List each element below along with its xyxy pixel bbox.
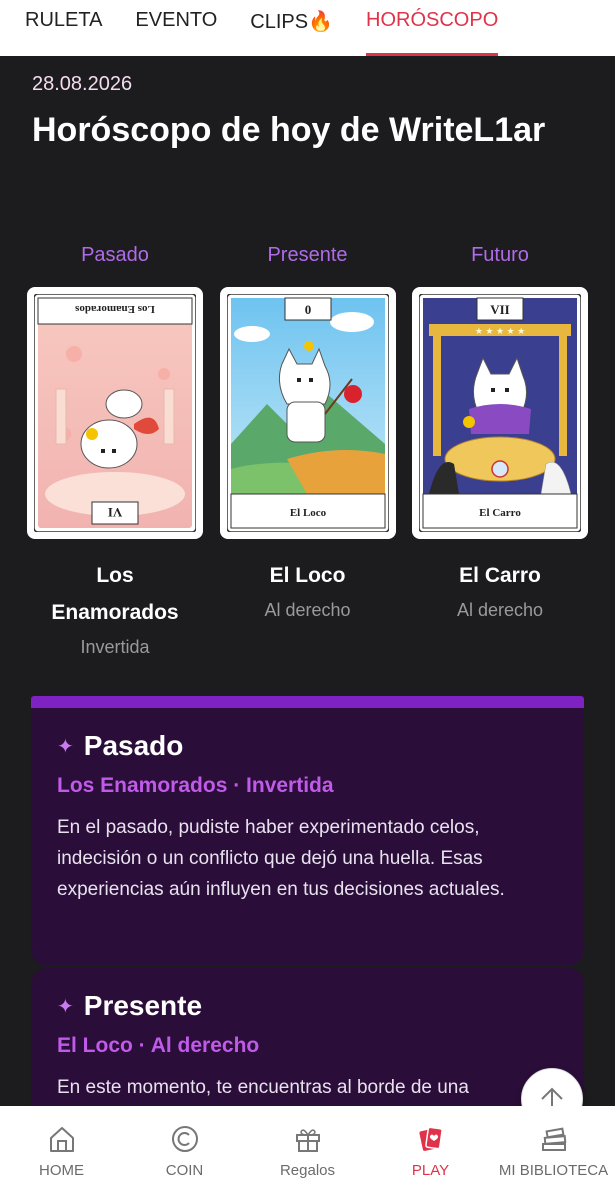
card-numeral: 0 bbox=[304, 302, 311, 317]
reading-section-present: ✦ Presente El Loco · Al derecho En este … bbox=[31, 968, 584, 1106]
chariot-card-illustration: ★ ★ ★ ★ ★ VII El Carro bbox=[419, 294, 581, 532]
nav-gifts[interactable]: Regalos bbox=[246, 1106, 369, 1200]
tab-clips[interactable]: CLIPS🔥 bbox=[250, 0, 333, 56]
nav-home[interactable]: HOME bbox=[0, 1106, 123, 1200]
fool-card-illustration: 0 El Loco bbox=[226, 294, 389, 532]
coin-icon bbox=[171, 1126, 198, 1152]
tab-evento[interactable]: EVENTO bbox=[135, 0, 217, 56]
card-column-past: Pasado Los Enamorados VI Los Enamorados … bbox=[20, 244, 210, 658]
section-title: Presente bbox=[83, 990, 203, 1021]
nav-label: MI BIBLIOTECA bbox=[498, 1162, 609, 1179]
section-text: En el pasado, pudiste haber experimentad… bbox=[57, 817, 505, 900]
bottom-nav-bar: HOME COIN Regalos PLAY MI BIBLIOTECA bbox=[0, 1106, 615, 1200]
tarot-card-lovers[interactable]: Los Enamorados VI bbox=[27, 287, 203, 539]
svg-text:★ ★ ★ ★ ★: ★ ★ ★ ★ ★ bbox=[475, 326, 525, 336]
page-title: Horóscopo de hoy de WriteL1ar bbox=[32, 111, 546, 149]
tab-horoscopo[interactable]: HORÓSCOPO bbox=[366, 0, 499, 56]
library-icon bbox=[541, 1127, 566, 1151]
card-name: Los Enamorados bbox=[51, 564, 179, 624]
section-subtitle: Los Enamorados · Invertida bbox=[57, 774, 334, 797]
tarot-card-fool[interactable]: 0 El Loco bbox=[219, 287, 396, 539]
play-cards-icon bbox=[418, 1126, 443, 1151]
card-caption: El Loco bbox=[289, 507, 326, 519]
nav-label: HOME bbox=[39, 1162, 84, 1179]
section-text: En este momento, te encuentras al borde … bbox=[57, 1077, 469, 1098]
gift-icon bbox=[295, 1129, 320, 1152]
card-column-future: Futuro ★ ★ ★ ★ ★ VII El Carro El Carro A… bbox=[405, 244, 595, 658]
card-orientation: Al derecho bbox=[264, 600, 351, 620]
sparkle-icon: ✦ bbox=[57, 735, 74, 758]
tarot-card-chariot[interactable]: ★ ★ ★ ★ ★ VII El Carro bbox=[412, 287, 588, 539]
nav-library[interactable]: MI BIBLIOTECA bbox=[492, 1106, 615, 1200]
card-name: El Loco bbox=[269, 564, 346, 587]
card-caption: Los Enamorados bbox=[74, 303, 154, 315]
card-position-label: Pasado bbox=[81, 244, 149, 266]
sparkle-icon: ✦ bbox=[57, 995, 74, 1018]
arrow-up-icon bbox=[541, 1087, 563, 1106]
card-orientation: Invertida bbox=[80, 637, 150, 657]
card-numeral: VII bbox=[490, 302, 510, 317]
main-content[interactable]: 28.08.2026 Horóscopo de hoy de WriteL1ar… bbox=[0, 56, 615, 1106]
section-title: Pasado bbox=[83, 730, 184, 761]
home-icon bbox=[49, 1127, 74, 1152]
card-caption: El Carro bbox=[479, 507, 521, 519]
card-column-present: Presente 0 El Loco El Loco Al derecho bbox=[213, 244, 403, 658]
card-position-label: Presente bbox=[267, 244, 348, 266]
section-subtitle: El Loco · Al derecho bbox=[57, 1034, 260, 1057]
nav-label: COIN bbox=[165, 1162, 204, 1179]
nav-coin[interactable]: COIN bbox=[123, 1106, 246, 1200]
card-position-label: Futuro bbox=[471, 244, 529, 266]
card-orientation: Al derecho bbox=[456, 600, 544, 620]
card-name: El Carro bbox=[459, 564, 541, 587]
tarot-spread: Pasado Los Enamorados VI Los Enamorados … bbox=[20, 244, 595, 658]
reading-section-past: ✦ Pasado Los Enamorados · Invertida En e… bbox=[31, 696, 584, 966]
nav-label: PLAY bbox=[411, 1162, 450, 1179]
tab-ruleta[interactable]: RULETA bbox=[25, 0, 102, 56]
reading-date: 28.08.2026 bbox=[32, 73, 133, 95]
nav-label: Regalos bbox=[279, 1162, 336, 1179]
top-tab-bar: RULETA EVENTO CLIPS🔥 HORÓSCOPO bbox=[0, 0, 615, 56]
nav-play[interactable]: PLAY bbox=[369, 1106, 492, 1200]
card-numeral: VI bbox=[108, 505, 122, 520]
lovers-card-illustration: Los Enamorados VI bbox=[34, 294, 196, 532]
